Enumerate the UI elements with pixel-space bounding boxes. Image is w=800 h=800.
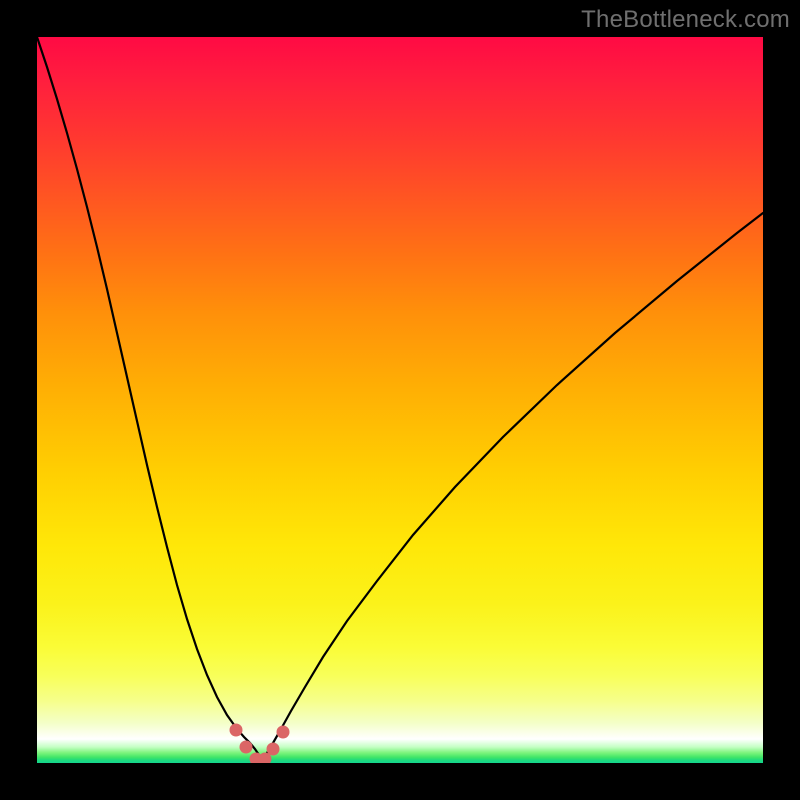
curve-left bbox=[37, 37, 262, 762]
valley-dot bbox=[230, 724, 243, 737]
valley-dots bbox=[230, 724, 290, 764]
plot-area bbox=[37, 37, 763, 763]
outer-frame: TheBottleneck.com bbox=[0, 0, 800, 800]
valley-dot bbox=[267, 743, 280, 756]
chart-svg bbox=[37, 37, 763, 763]
curve-right bbox=[262, 213, 763, 762]
watermark-text: TheBottleneck.com bbox=[581, 6, 790, 34]
valley-dot bbox=[240, 741, 253, 754]
valley-dot bbox=[277, 726, 290, 739]
